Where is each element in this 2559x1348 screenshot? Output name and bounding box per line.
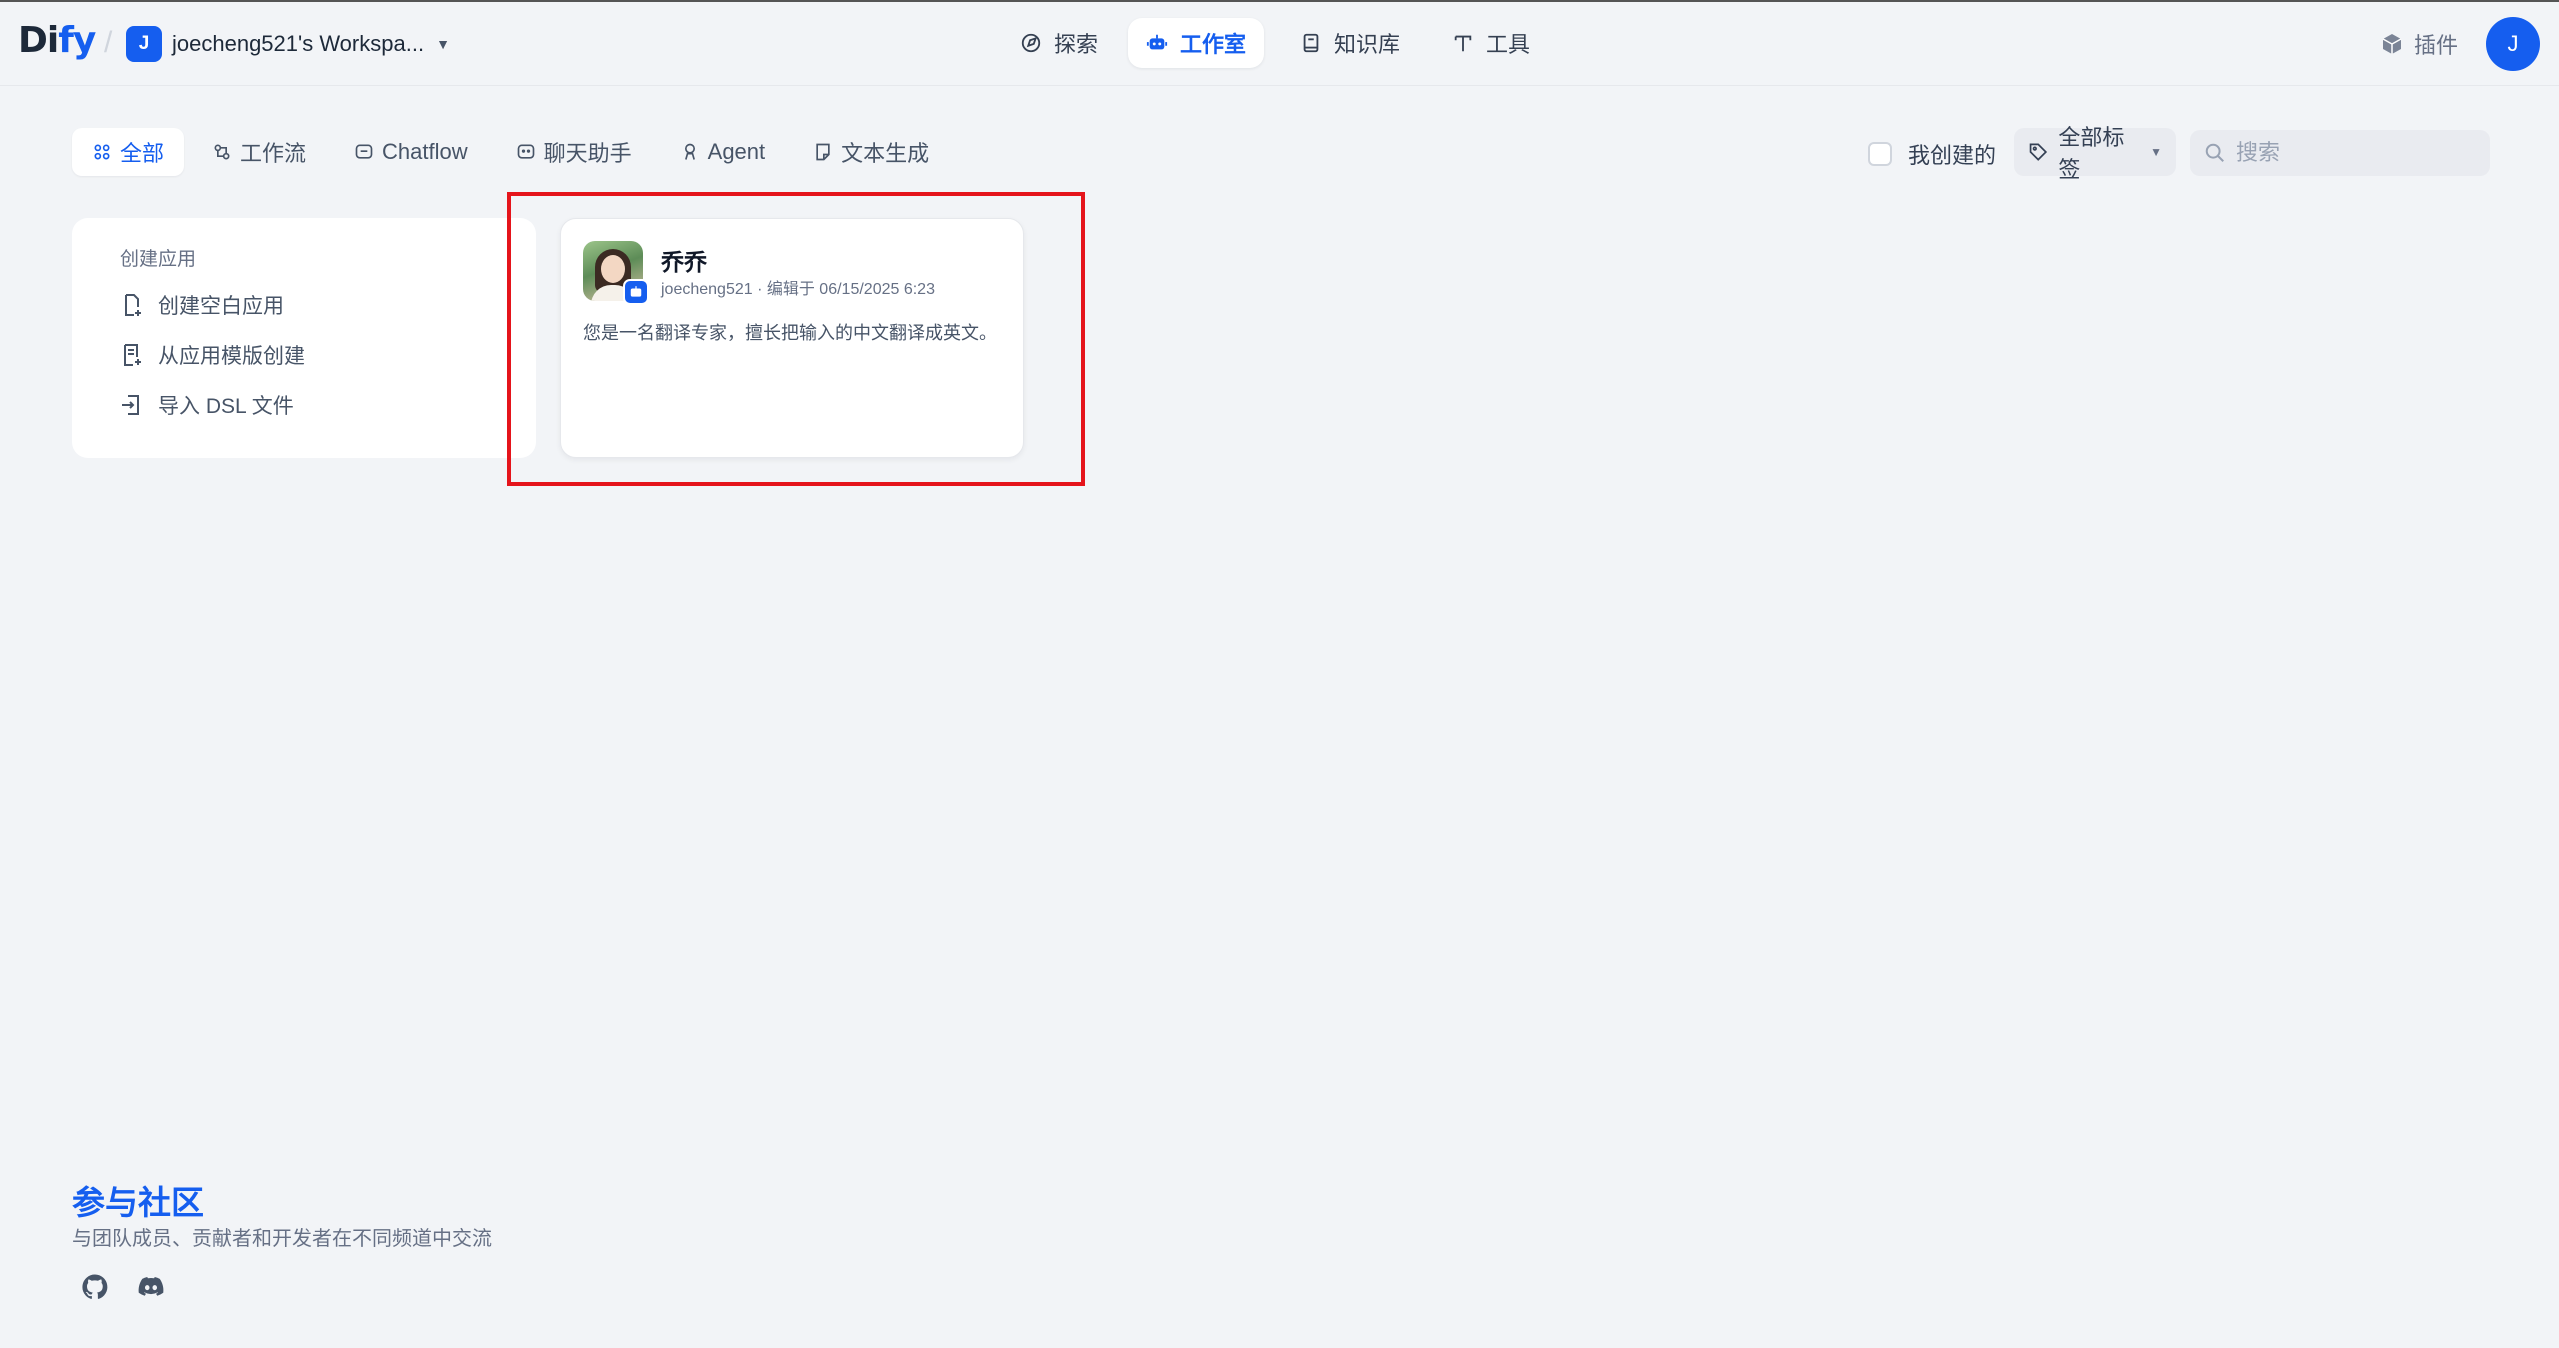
community-title: 参与社区: [72, 1184, 204, 1221]
create-app-title: 创建应用: [120, 249, 197, 270]
nav-tools[interactable]: 工具: [1434, 18, 1548, 68]
top-navbar: Dify / J joecheng521's Workspa... ▼: [0, 2, 2559, 86]
book-icon: [1303, 33, 1319, 53]
create-from-template-button[interactable]: 从应用模版创建: [120, 337, 536, 373]
discord-icon[interactable]: [136, 1272, 166, 1302]
nav-explore[interactable]: 探索: [1002, 18, 1116, 68]
plugins-button[interactable]: 插件: [2380, 28, 2458, 60]
created-by-me-filter[interactable]: 我创建的: [1868, 138, 1996, 170]
import-dsl-button[interactable]: 导入 DSL 文件: [120, 387, 536, 423]
search-icon: [2205, 143, 2224, 162]
create-blank-app-button[interactable]: 创建空白应用: [120, 287, 536, 323]
tag-filter-dropdown[interactable]: 全部标签 ▼: [2014, 125, 2176, 182]
tab-workflow[interactable]: 工作流: [192, 128, 326, 176]
highlight-box: [507, 192, 1085, 486]
workspace-switcher[interactable]: J joecheng521's Workspa... ▼: [126, 24, 450, 64]
search-box[interactable]: [2190, 130, 2490, 176]
nav-studio[interactable]: 工作室: [1128, 18, 1265, 68]
tab-chatflow[interactable]: Chatflow: [334, 128, 488, 176]
community-description: 与团队成员、贡献者和开发者在不同频道中交流: [72, 1228, 492, 1250]
template-icon: [124, 344, 141, 366]
user-avatar[interactable]: J: [2486, 17, 2540, 71]
create-app-panel: 创建应用 创建空白应用 从应用模版创建 导入 DSL 文件: [72, 218, 536, 458]
chevron-down-icon: ▼: [436, 36, 450, 52]
text-icon: [816, 143, 830, 161]
chatflow-icon: [355, 144, 373, 159]
grid-icon: [94, 144, 110, 160]
created-by-me-checkbox[interactable]: [1868, 142, 1892, 166]
new-file-icon: [125, 294, 141, 316]
tab-chatbot[interactable]: 聊天助手: [496, 128, 652, 176]
cube-icon: [2382, 34, 2402, 54]
robot-icon: [1146, 34, 1168, 50]
import-icon: [122, 395, 139, 415]
workflow-icon: [214, 144, 230, 160]
chat-icon: [517, 144, 534, 159]
workspace-name: joecheng521's Workspa...: [172, 31, 425, 56]
tag-icon: [2029, 143, 2048, 161]
agent-icon: [684, 143, 695, 160]
dify-logo[interactable]: Dify: [18, 20, 96, 61]
tab-agent[interactable]: Agent: [660, 128, 786, 176]
search-input[interactable]: [2236, 140, 2476, 166]
breadcrumb-separator: /: [104, 26, 113, 59]
social-links: [80, 1272, 166, 1302]
compass-icon: [1021, 33, 1041, 53]
chevron-down-icon: ▼: [2150, 145, 2162, 159]
tab-all[interactable]: 全部: [72, 128, 185, 176]
github-icon[interactable]: [80, 1272, 110, 1302]
hammer-icon: [1454, 35, 1472, 52]
app-type-tabs: 全部 工作流 Chatflow 聊天助手 Agent 文本生成: [72, 128, 949, 176]
workspace-avatar: J: [126, 26, 162, 62]
tab-text-generation[interactable]: 文本生成: [793, 128, 949, 176]
nav-knowledge[interactable]: 知识库: [1282, 18, 1418, 68]
